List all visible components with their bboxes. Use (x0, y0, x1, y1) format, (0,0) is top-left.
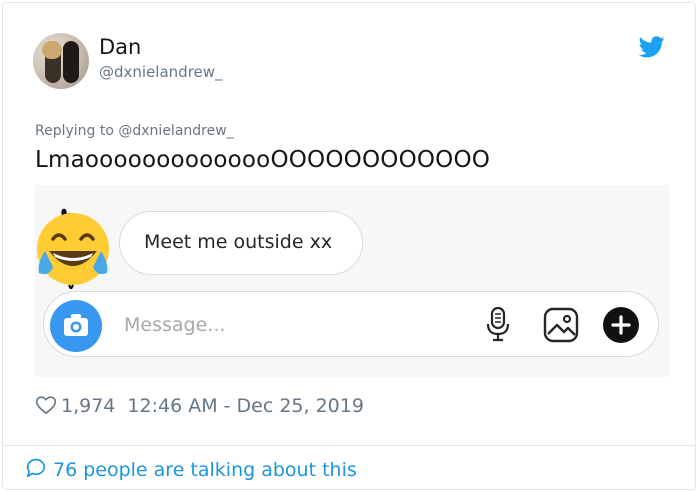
message-input-bar: Message... (43, 291, 659, 357)
speech-bubble-icon (26, 458, 46, 478)
camera-icon (64, 314, 88, 336)
avatar[interactable] (33, 33, 89, 89)
replying-to[interactable]: Replying to @dxnielandrew_ (35, 123, 234, 139)
talking-count-text[interactable]: 76 people are talking about this (53, 459, 357, 481)
camera-button (50, 300, 102, 352)
twitter-bird-icon[interactable] (639, 36, 665, 58)
tweet-meta: 1,974 12:46 AM - Dec 25, 2019 (35, 395, 364, 417)
heart-icon[interactable] (35, 395, 57, 415)
tweet-media-screenshot[interactable]: Meet me outside xx Message... (35, 185, 669, 377)
tweet-text: LmaoooooooooooooOOOOOOOOOOOO (35, 147, 491, 173)
conversation-link[interactable]: 76 people are talking about this (25, 457, 357, 481)
author-name[interactable]: Dan (99, 35, 141, 59)
message-bubble: Meet me outside xx (119, 211, 363, 275)
avatar-figure-right (63, 41, 79, 83)
microphone-icon (486, 306, 510, 342)
divider (3, 445, 695, 446)
laughing-tears-emoji-icon (37, 208, 109, 289)
avatar-figure-hair (42, 41, 62, 59)
plus-icon (603, 307, 639, 343)
author-handle[interactable]: @dxnielandrew_ (99, 63, 223, 81)
message-placeholder: Message... (124, 314, 226, 336)
like-count[interactable]: 1,974 (61, 395, 115, 417)
tweet-card: Dan @dxnielandrew_ Replying to @dxnielan… (2, 2, 696, 490)
message-text: Meet me outside xx (144, 231, 333, 253)
gallery-icon (543, 307, 579, 343)
tweet-timestamp[interactable]: 12:46 AM - Dec 25, 2019 (127, 395, 364, 417)
